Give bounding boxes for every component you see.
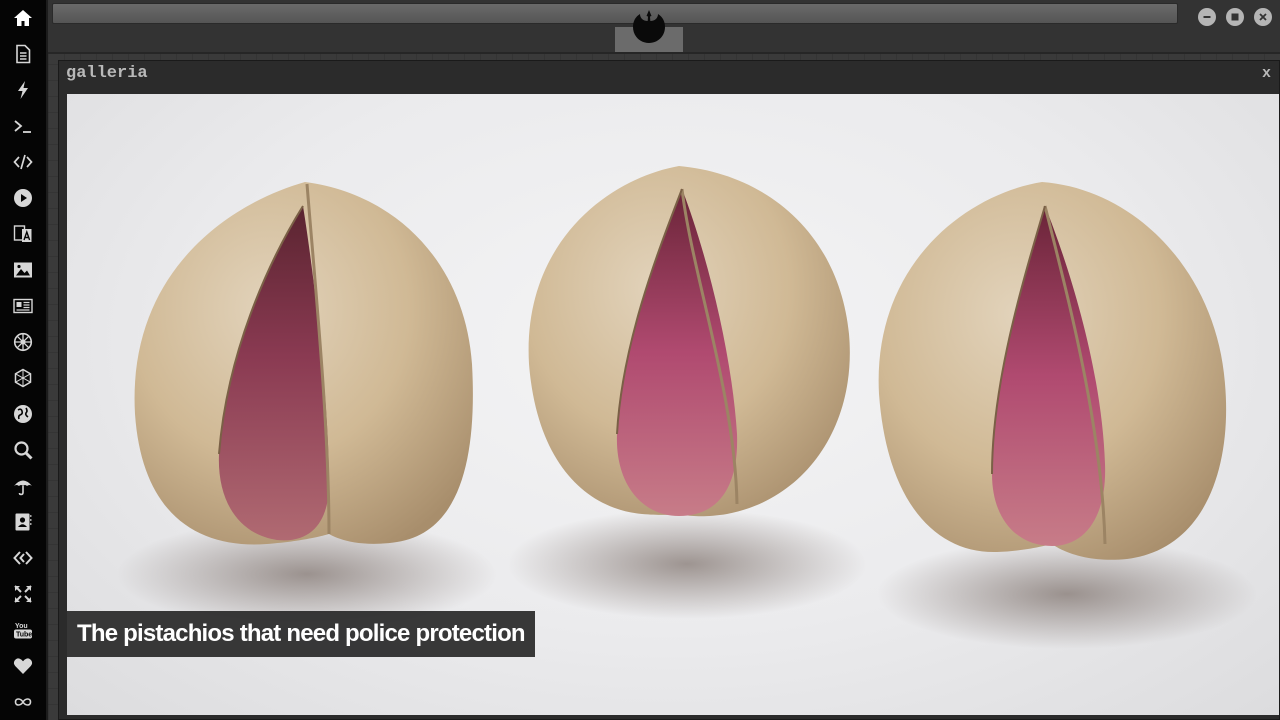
dock: You Tube	[0, 0, 48, 720]
home-icon	[14, 10, 32, 26]
dock-heart-button[interactable]	[0, 648, 47, 684]
dock-terminal-button[interactable]	[0, 108, 47, 144]
svg-text:You: You	[15, 623, 28, 630]
news-icon	[13, 298, 33, 314]
maximize-icon	[1231, 13, 1239, 21]
diamond-code-icon	[13, 551, 33, 565]
dock-news-button[interactable]	[0, 288, 47, 324]
window-close-button[interactable]: x	[1262, 65, 1271, 82]
pistachio-right	[878, 182, 1227, 560]
dock-search-button[interactable]	[0, 432, 47, 468]
rebel-alliance-logo-icon	[633, 10, 665, 43]
dock-diamond-code-button[interactable]	[0, 540, 47, 576]
code-icon	[13, 154, 33, 170]
dock-code-button[interactable]	[0, 144, 47, 180]
gallery-image[interactable]: The pistachios that need police protecti…	[67, 94, 1279, 715]
terminal-icon	[14, 120, 31, 133]
minimize-button[interactable]	[1198, 8, 1216, 26]
image-icon	[14, 262, 32, 278]
dock-infinity-button[interactable]	[0, 684, 47, 720]
maximize-button[interactable]	[1226, 8, 1244, 26]
address-bar[interactable]	[52, 3, 1178, 24]
search-icon	[14, 441, 33, 460]
infinity-icon	[14, 698, 32, 706]
gallery-caption: The pistachios that need police protecti…	[67, 611, 535, 657]
window-title: galleria	[66, 64, 148, 83]
top-bar	[48, 0, 1280, 54]
svg-text:Tube: Tube	[16, 632, 32, 639]
pistachio-left	[134, 182, 473, 545]
minimize-icon	[1203, 16, 1211, 18]
dock-play-button[interactable]	[0, 180, 47, 216]
dock-youtube-button[interactable]: You Tube	[0, 612, 47, 648]
contacts-icon	[15, 513, 32, 531]
dock-image-button[interactable]	[0, 252, 47, 288]
dock-document-button[interactable]	[0, 36, 47, 72]
dock-lightning-button[interactable]	[0, 72, 47, 108]
translate-icon	[13, 225, 32, 242]
dock-empire-button[interactable]	[0, 324, 47, 360]
dock-translate-button[interactable]	[0, 216, 47, 252]
dock-umbrella-button[interactable]	[0, 468, 47, 504]
lightning-icon	[18, 81, 28, 99]
umbrella-icon	[14, 480, 32, 496]
hexagon-icon	[14, 368, 32, 388]
document-icon	[16, 44, 31, 64]
close-app-button[interactable]	[1254, 8, 1272, 26]
play-icon	[14, 189, 32, 207]
dock-hexagon-button[interactable]	[0, 360, 47, 396]
pistachio-middle	[528, 166, 850, 517]
expand-icon	[14, 585, 32, 603]
globe-icon	[14, 405, 32, 423]
dock-contacts-button[interactable]	[0, 504, 47, 540]
dock-home-button[interactable]	[0, 0, 47, 36]
heart-icon	[13, 658, 33, 674]
window-controls	[1198, 8, 1272, 26]
close-icon	[1259, 13, 1267, 21]
galleria-window: galleria x The pistachios that need poli…	[58, 60, 1280, 720]
youtube-icon: You Tube	[14, 623, 32, 639]
dock-expand-button[interactable]	[0, 576, 47, 612]
empire-icon	[13, 332, 33, 352]
dock-globe-button[interactable]	[0, 396, 47, 432]
